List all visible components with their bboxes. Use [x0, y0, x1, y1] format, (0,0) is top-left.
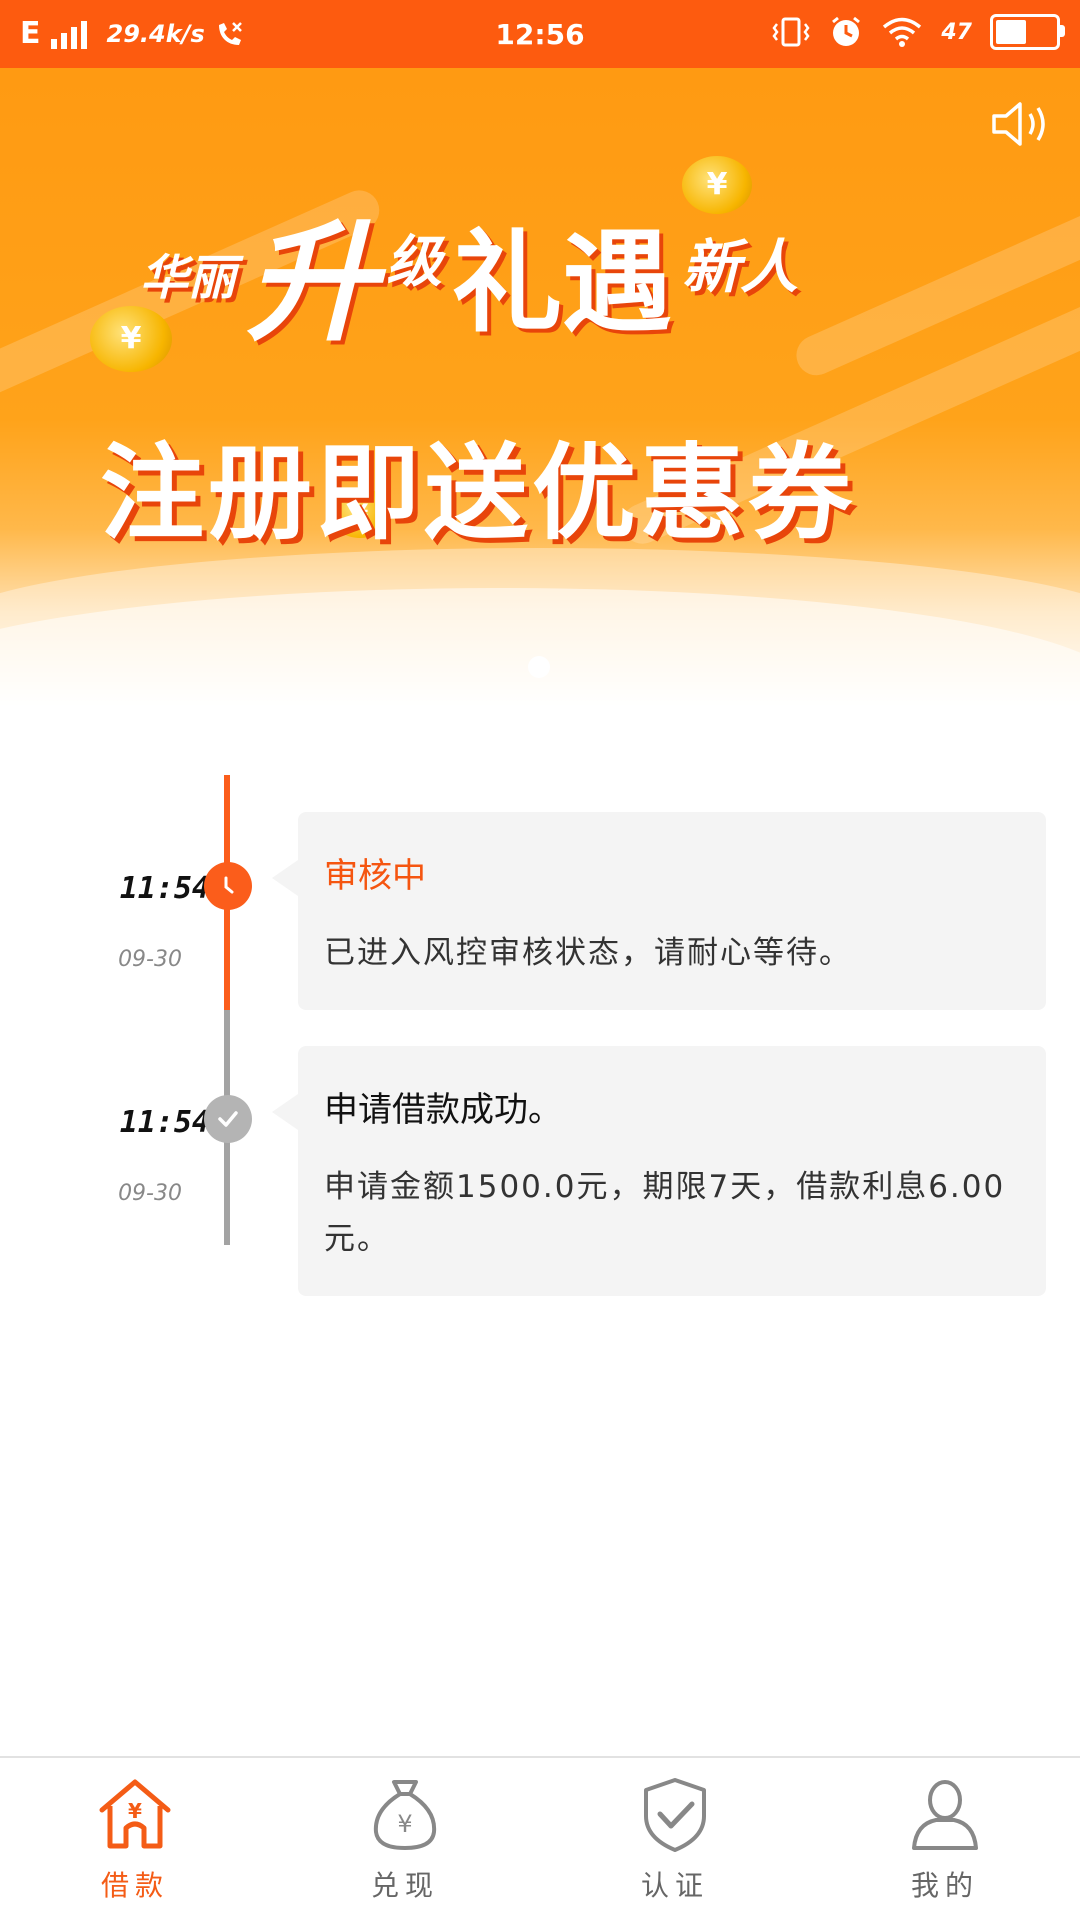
banner-text: 礼遇 — [452, 219, 673, 347]
battery-icon — [990, 14, 1065, 50]
timeline-desc: 已进入风控审核状态，请耐心等待。 — [324, 935, 852, 971]
nav-item-verify[interactable]: 认证 — [540, 1758, 810, 1922]
timeline-date: 09-30 — [118, 947, 182, 972]
nav-label: 认证 — [640, 1869, 709, 1902]
shield-check-icon — [644, 1778, 706, 1852]
timeline-card: 申请借款成功。 申请金额1500.0元，期限7天，借款利息6.00元。 — [272, 1046, 1046, 1296]
nav-label: 借款 — [100, 1869, 169, 1902]
bottom-nav: ¥ 借款 ¥ 兑现 认证 我的 — [0, 1756, 1080, 1922]
timeline-desc: 申请金额1500.0元，期限7天，借款利息6.00元。 — [324, 1169, 1006, 1257]
check-icon — [204, 1095, 252, 1143]
nav-item-loan[interactable]: ¥ 借款 — [0, 1758, 270, 1922]
wifi-icon — [883, 17, 922, 47]
nav-item-cash[interactable]: ¥ 兑现 — [270, 1758, 540, 1922]
timeline-time: 11:54 — [119, 1105, 210, 1140]
banner-text: 级 — [386, 230, 443, 295]
timeline-date: 09-30 — [118, 1181, 182, 1206]
banner-text: 华丽 — [140, 250, 237, 306]
vibrate-icon — [772, 17, 810, 47]
clock-icon — [204, 862, 252, 910]
nav-label: 我的 — [910, 1869, 979, 1902]
timeline-time: 11:54 — [119, 871, 210, 906]
speaker-icon[interactable] — [990, 98, 1054, 150]
status-bar: E 29.4k/s 12:56 47 — [0, 0, 1080, 68]
timeline-title: 审核中 — [324, 856, 426, 896]
coin-icon: ¥ — [682, 156, 752, 214]
svg-text:¥: ¥ — [128, 1799, 142, 1823]
timeline-title: 申请借款成功。 — [324, 1090, 562, 1130]
loan-house-icon: ¥ — [99, 1779, 171, 1849]
alarm-icon — [832, 16, 861, 46]
promo-banner[interactable]: ¥ ¥ ¥ 华丽 升 级 礼遇 新人 注册即送优惠券 — [0, 68, 1080, 708]
loan-timeline: 11:54 09-30 审核中 已进入风控审核状态，请耐心等待。 11:54 0… — [0, 775, 1080, 1296]
battery-percent: 47 — [941, 19, 972, 45]
nav-item-mine[interactable]: 我的 — [810, 1758, 1080, 1922]
timeline-card: 审核中 已进入风控审核状态，请耐心等待。 — [272, 812, 1046, 1010]
banner-subheadline: 注册即送优惠券 — [100, 432, 857, 554]
banner-text: 升 — [246, 207, 377, 359]
person-icon — [912, 1780, 978, 1850]
banner-headline: 华丽 升 级 礼遇 新人 — [140, 207, 940, 359]
banner-text: 新人 — [682, 233, 799, 301]
status-right: 47 — [771, 14, 1065, 50]
carousel-indicator[interactable] — [528, 656, 550, 678]
nav-label: 兑现 — [370, 1869, 439, 1902]
svg-text:¥: ¥ — [397, 1810, 412, 1838]
money-bag-icon: ¥ — [373, 1780, 437, 1851]
